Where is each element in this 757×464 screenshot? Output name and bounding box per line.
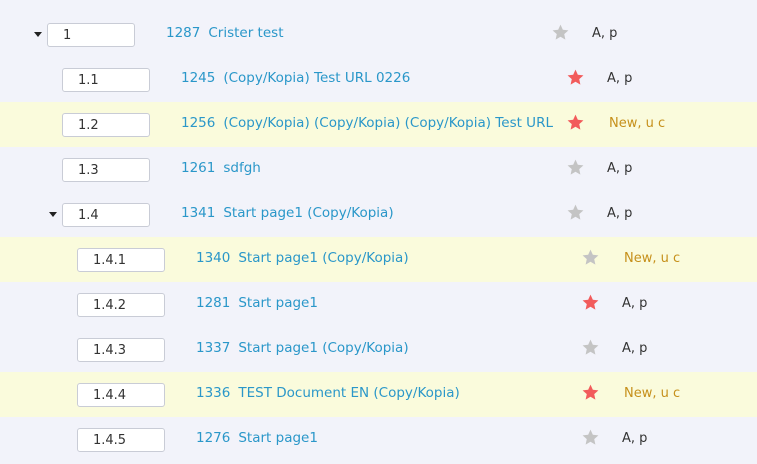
tree-row: 1336 TEST Document EN (Copy/Kopia) New, u … <box>0 372 757 417</box>
star-icon[interactable] <box>581 428 600 447</box>
document-link[interactable]: 1261 sdfgh <box>181 160 261 176</box>
sort-order-input[interactable] <box>62 203 150 227</box>
document-id: 1261 <box>181 160 216 176</box>
chevron-down-icon[interactable] <box>32 28 44 40</box>
star-icon[interactable] <box>581 248 600 267</box>
chevron-down-icon[interactable] <box>47 208 59 220</box>
document-title: Crister test <box>208 25 284 41</box>
star-icon[interactable] <box>551 23 570 42</box>
document-link[interactable]: 1337 Start page1 (Copy/Kopia) <box>196 340 409 356</box>
document-title: Start page1 <box>238 430 318 446</box>
document-title: Start page1 <box>238 295 318 311</box>
tree-row: 1337 Start page1 (Copy/Kopia) A, p <box>0 327 757 372</box>
document-title: Start page1 (Copy/Kopia) <box>223 205 394 221</box>
status-label: New, u c <box>624 251 681 266</box>
document-link[interactable]: 1287 Crister test <box>166 25 284 41</box>
document-id: 1337 <box>196 340 231 356</box>
status-label: New, u c <box>624 386 681 401</box>
document-tree: 1287 Crister test A, p 1245 (Copy/Kopia) Tes… <box>0 12 757 462</box>
status-label: New, u c <box>609 116 666 131</box>
document-link[interactable]: 1245 (Copy/Kopia) Test URL 0226 <box>181 70 410 86</box>
star-icon[interactable] <box>566 68 585 87</box>
star-icon[interactable] <box>566 113 585 132</box>
star-icon[interactable] <box>566 158 585 177</box>
star-icon[interactable] <box>566 203 585 222</box>
sort-order-input[interactable] <box>77 248 165 272</box>
tree-row: 1245 (Copy/Kopia) Test URL 0226 A, p <box>0 57 757 102</box>
status-label: A, p <box>622 296 648 311</box>
sort-order-input[interactable] <box>47 23 135 47</box>
document-title: Start page1 (Copy/Kopia) <box>238 250 409 266</box>
document-title: Start page1 (Copy/Kopia) <box>238 340 409 356</box>
star-icon[interactable] <box>581 383 600 402</box>
document-title: (Copy/Kopia) Test URL 0226 <box>223 70 411 86</box>
tree-row: 1261 sdfgh A, p <box>0 147 757 192</box>
document-id: 1340 <box>196 250 231 266</box>
document-link[interactable]: 1336 TEST Document EN (Copy/Kopia) <box>196 385 460 401</box>
sort-order-input[interactable] <box>62 158 150 182</box>
document-link[interactable]: 1281 Start page1 <box>196 295 318 311</box>
sort-order-input[interactable] <box>77 428 165 452</box>
tree-row: 1256 (Copy/Kopia) (Copy/Kopia) (Copy/Kopi… <box>0 102 757 147</box>
document-link[interactable]: 1341 Start page1 (Copy/Kopia) <box>181 205 394 221</box>
tree-row: 1276 Start page1 A, p <box>0 417 757 462</box>
status-label: A, p <box>622 431 648 446</box>
sort-order-input[interactable] <box>62 113 150 137</box>
star-icon[interactable] <box>581 293 600 312</box>
status-label: A, p <box>607 71 633 86</box>
document-link[interactable]: 1340 Start page1 (Copy/Kopia) <box>196 250 409 266</box>
sort-order-input[interactable] <box>77 338 165 362</box>
tree-row: 1287 Crister test A, p <box>0 12 757 57</box>
tree-row: 1281 Start page1 A, p <box>0 282 757 327</box>
document-link[interactable]: 1276 Start page1 <box>196 430 318 446</box>
document-title: TEST Document EN (Copy/Kopia) <box>238 385 460 401</box>
document-id: 1276 <box>196 430 231 446</box>
document-title: sdfgh <box>223 160 261 176</box>
star-icon[interactable] <box>581 338 600 357</box>
document-id: 1281 <box>196 295 231 311</box>
status-label: A, p <box>607 206 633 221</box>
document-id: 1341 <box>181 205 216 221</box>
status-label: A, p <box>592 26 618 41</box>
sort-order-input[interactable] <box>77 293 165 317</box>
document-title: (Copy/Kopia) (Copy/Kopia) (Copy/Kopia) T… <box>223 115 553 131</box>
sort-order-input[interactable] <box>77 383 165 407</box>
sort-order-input[interactable] <box>62 68 150 92</box>
status-label: A, p <box>607 161 633 176</box>
document-link[interactable]: 1256 (Copy/Kopia) (Copy/Kopia) (Copy/Kopi… <box>181 115 553 131</box>
tree-row: 1340 Start page1 (Copy/Kopia) New, u c <box>0 237 757 282</box>
document-id: 1256 <box>181 115 216 131</box>
document-id: 1336 <box>196 385 231 401</box>
tree-row: 1341 Start page1 (Copy/Kopia) A, p <box>0 192 757 237</box>
document-id: 1245 <box>181 70 216 86</box>
status-label: A, p <box>622 341 648 356</box>
document-id: 1287 <box>166 25 201 41</box>
